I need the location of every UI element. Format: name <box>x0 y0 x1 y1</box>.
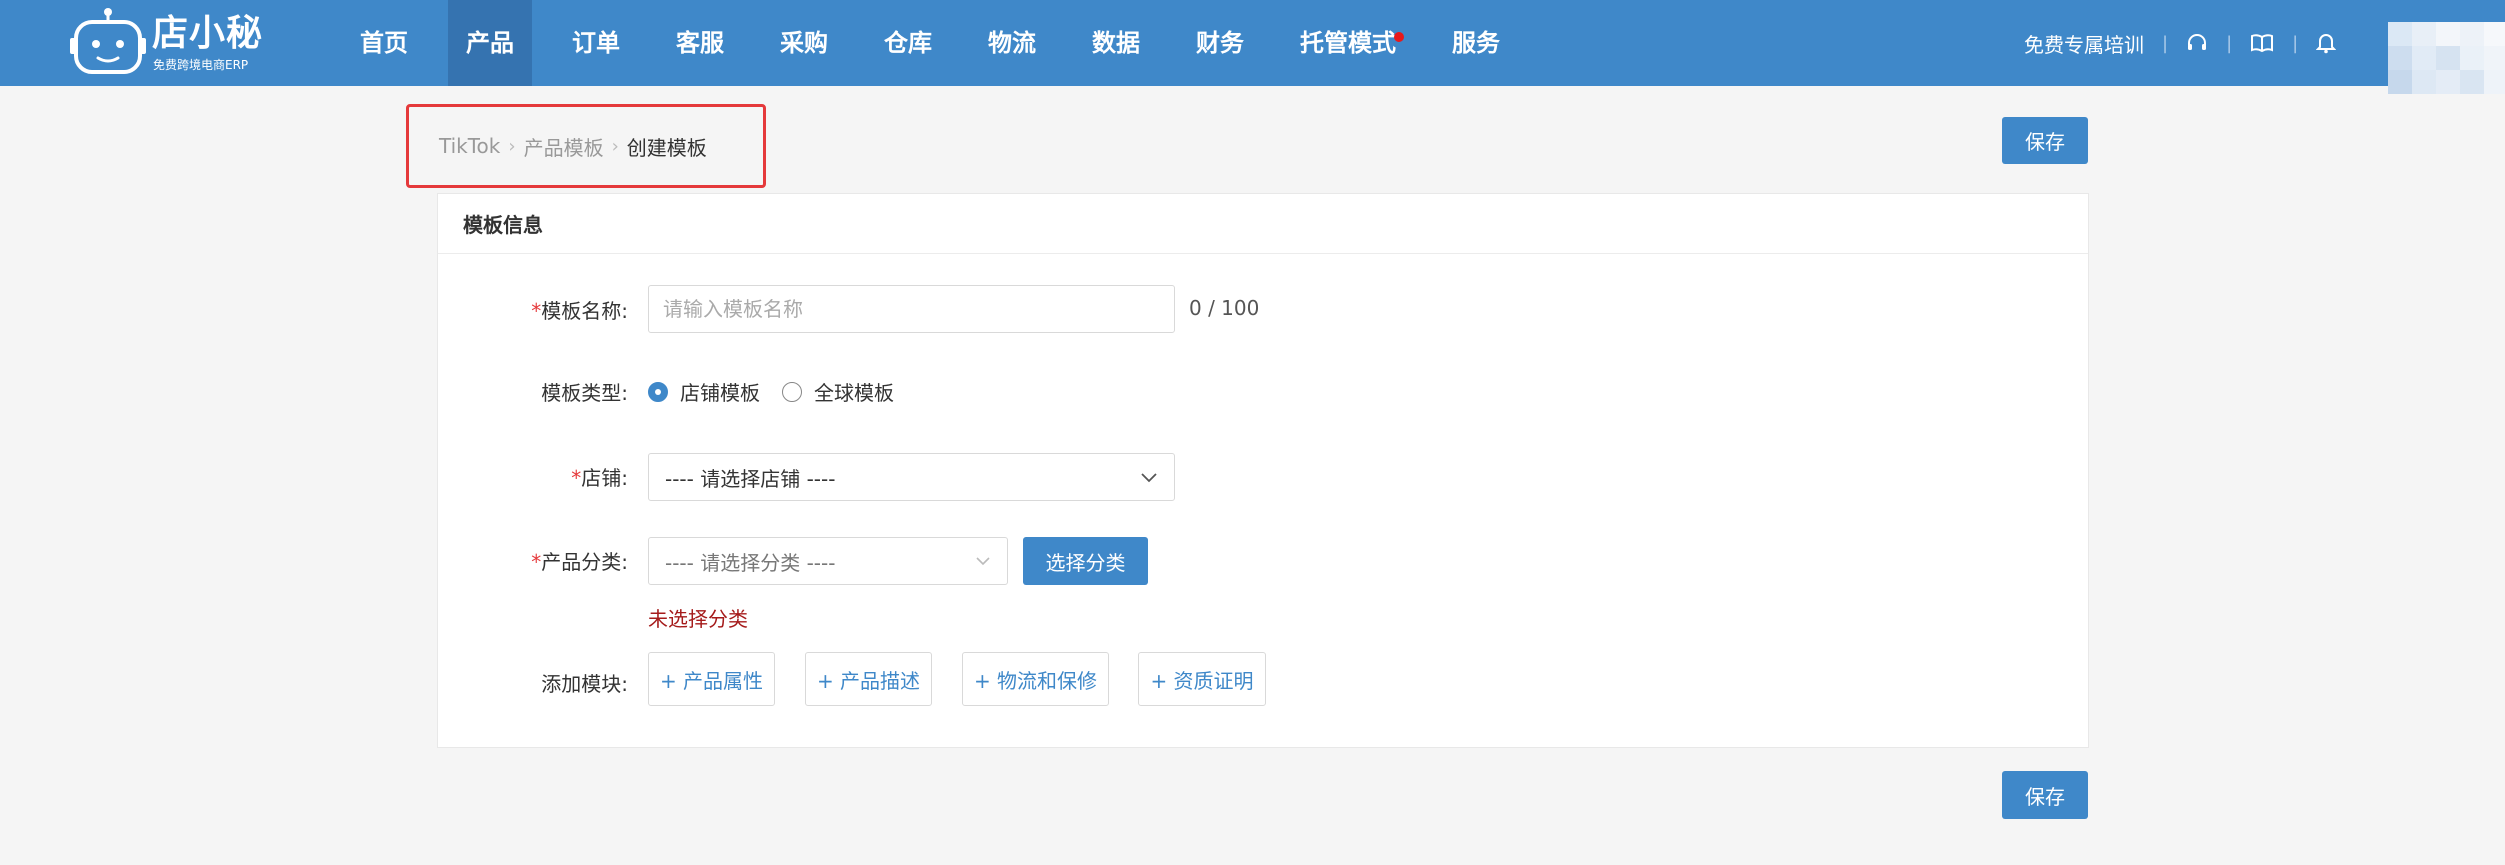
book-icon[interactable] <box>2250 33 2274 53</box>
main-nav: 首页 产品 订单 客服 采购 仓库 物流 数据 财务 托管模式 服务 <box>344 0 1540 86</box>
shop-select[interactable]: ---- 请选择店铺 ---- <box>648 453 1175 501</box>
nav-item-customer-service[interactable]: 客服 <box>660 0 740 86</box>
breadcrumb-tiktok[interactable]: TikTok <box>439 134 500 158</box>
add-modules-label: 添加模块: <box>541 672 628 696</box>
nav-item-home[interactable]: 首页 <box>344 0 424 86</box>
save-button-top[interactable]: 保存 <box>2002 117 2088 164</box>
save-button-bottom[interactable]: 保存 <box>2002 771 2088 819</box>
nav-item-warehouse[interactable]: 仓库 <box>868 0 948 86</box>
breadcrumb-separator: › <box>611 135 619 157</box>
breadcrumb: TikTok › 产品模板 › 创建模板 <box>406 104 766 188</box>
template-info-card: 模板信息 *模板名称: 0 / 100 模板类型: 店铺模板 全球模板 *店铺:… <box>437 193 2089 748</box>
char-counter: 0 / 100 <box>1189 296 1260 320</box>
nav-item-label: 数据 <box>1092 29 1140 57</box>
shop-label-text: 店铺: <box>581 466 628 490</box>
breadcrumb-product-templates[interactable]: 产品模板 <box>524 132 604 161</box>
template-name-label-text: 模板名称: <box>541 299 628 323</box>
logo-tagline: 免费跨境电商ERP <box>153 58 249 72</box>
radio-label: 店铺模板 <box>680 381 760 405</box>
nav-item-label: 物流 <box>988 29 1036 57</box>
topbar-right-tools: 免费专属培训 | | | <box>2024 0 2337 86</box>
nav-item-label: 财务 <box>1196 29 1244 57</box>
bell-icon[interactable] <box>2316 32 2337 54</box>
shop-select-value: ---- 请选择店铺 ---- <box>665 466 836 491</box>
required-mark: * <box>571 466 582 490</box>
chevron-down-icon <box>1141 473 1157 483</box>
category-error-message: 未选择分类 <box>648 607 748 631</box>
nav-item-label: 客服 <box>676 29 724 57</box>
separator: | <box>2162 32 2169 54</box>
radio-unchecked-icon <box>782 381 802 402</box>
add-product-attributes-button[interactable]: + 产品属性 <box>648 652 775 706</box>
required-mark: * <box>531 550 542 574</box>
separator: | <box>2292 32 2299 54</box>
nav-item-label: 订单 <box>572 29 620 57</box>
category-select-value: ---- 请选择分类 ---- <box>665 550 836 575</box>
chevron-down-icon <box>976 557 990 566</box>
logo-name: 店小秘 <box>152 13 264 54</box>
nav-item-products[interactable]: 产品 <box>448 0 532 86</box>
add-logistics-warranty-button[interactable]: + 物流和保修 <box>962 652 1109 706</box>
radio-label: 全球模板 <box>814 381 894 405</box>
shop-label: *店铺: <box>571 462 628 491</box>
notification-dot <box>1394 32 1404 42</box>
nav-item-label: 托管模式 <box>1300 29 1396 57</box>
breadcrumb-create-template: 创建模板 <box>626 135 707 160</box>
nav-item-label: 服务 <box>1452 29 1500 57</box>
add-qualification-button[interactable]: + 资质证明 <box>1138 652 1266 706</box>
category-label: *产品分类: <box>531 546 628 575</box>
radio-checked-icon <box>648 381 668 402</box>
category-select[interactable]: ---- 请选择分类 ---- <box>648 537 1008 585</box>
nav-item-services[interactable]: 服务 <box>1436 0 1516 86</box>
nav-item-purchasing[interactable]: 采购 <box>764 0 844 86</box>
template-name-label: *模板名称: <box>531 295 628 324</box>
template-type-radio-group: 店铺模板 全球模板 <box>648 377 916 406</box>
free-training-link[interactable]: 免费专属培训 <box>2024 29 2144 58</box>
nav-item-finance[interactable]: 财务 <box>1180 0 1260 86</box>
nav-item-label: 产品 <box>466 29 514 57</box>
category-label-text: 产品分类: <box>541 550 628 574</box>
nav-item-label: 仓库 <box>884 29 932 57</box>
card-title: 模板信息 <box>438 194 2088 254</box>
radio-global-template[interactable]: 全球模板 <box>782 377 894 406</box>
top-navigation-bar: 店小秘 免费跨境电商ERP 首页 产品 订单 客服 采购 仓库 物流 数据 财务… <box>0 0 2505 94</box>
avatar[interactable] <box>2388 22 2505 96</box>
nav-item-logistics[interactable]: 物流 <box>972 0 1052 86</box>
headset-icon[interactable] <box>2186 32 2208 54</box>
nav-item-orders[interactable]: 订单 <box>556 0 636 86</box>
logo[interactable]: 店小秘 免费跨境电商ERP <box>70 6 270 80</box>
required-mark: * <box>531 299 542 323</box>
template-type-label: 模板类型: <box>541 381 628 405</box>
add-product-description-button[interactable]: + 产品描述 <box>805 652 932 706</box>
nav-item-label: 采购 <box>780 29 828 57</box>
breadcrumb-separator: › <box>508 135 516 157</box>
nav-item-label: 首页 <box>360 29 408 57</box>
nav-item-data[interactable]: 数据 <box>1076 0 1156 86</box>
radio-shop-template[interactable]: 店铺模板 <box>648 377 760 406</box>
template-name-input[interactable] <box>648 285 1175 333</box>
robot-icon <box>70 8 146 74</box>
separator: | <box>2226 32 2233 54</box>
nav-item-managed-mode[interactable]: 托管模式 <box>1284 0 1412 86</box>
select-category-button[interactable]: 选择分类 <box>1023 537 1148 585</box>
